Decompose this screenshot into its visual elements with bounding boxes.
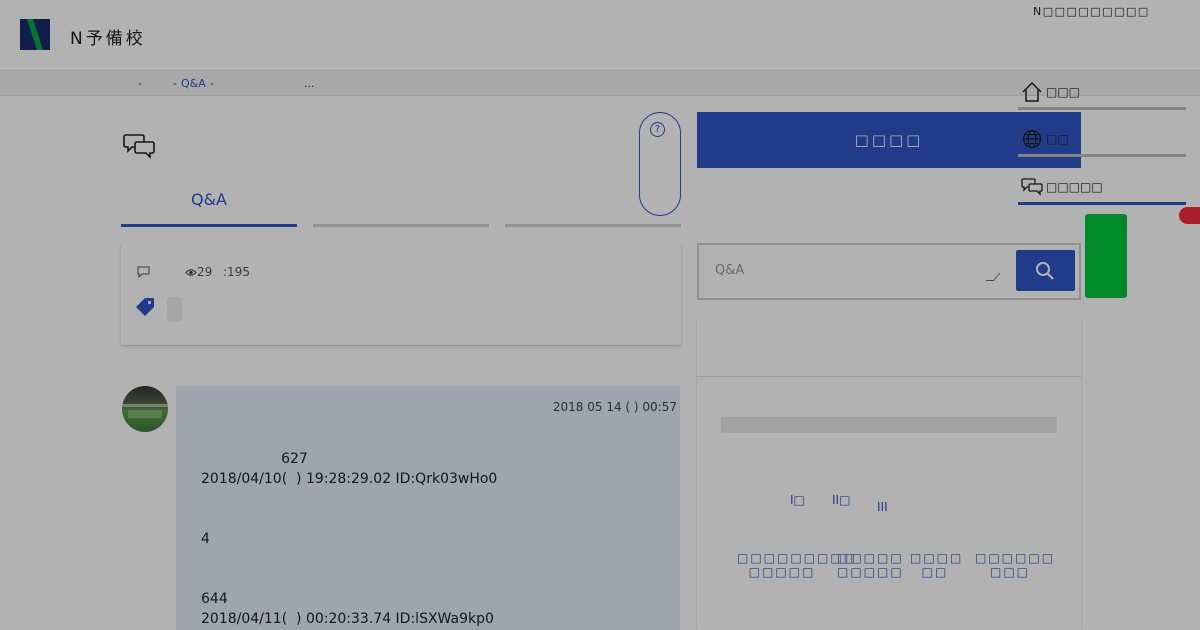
category-link[interactable]: □□□□ □□ — [910, 551, 964, 579]
side-nav-label: □□□□□ — [1046, 180, 1103, 194]
post-line: 2018/04/10( ) 19:28:29.02 ID:Qrk03wHo0 — [201, 471, 498, 487]
category-line: □□□□□ — [837, 565, 904, 579]
search-button[interactable] — [1016, 250, 1075, 291]
breadcrumb-separator: - — [138, 77, 142, 90]
category-link[interactable]: □□□□□ □□□□□ — [837, 551, 904, 579]
avatar[interactable] — [122, 386, 168, 432]
search-icon — [1036, 262, 1054, 280]
level-tab-3[interactable]: III — [877, 500, 888, 514]
category-link[interactable]: □□□□□□ □□□ — [975, 551, 1056, 579]
category-line: □□□ — [989, 565, 1030, 579]
home-icon — [1022, 82, 1042, 102]
post-date: 2018 05 14 ( ) 00:57 — [552, 400, 677, 414]
tab-3[interactable] — [505, 190, 681, 227]
breadcrumb-link-qa[interactable]: Q&A — [181, 77, 206, 90]
comment-icon — [137, 266, 150, 278]
red-badge[interactable] — [1179, 207, 1200, 224]
tag-icon — [136, 298, 154, 316]
post-line: 627 — [201, 451, 308, 467]
tab-2[interactable] — [313, 190, 489, 227]
avatar-field — [128, 410, 162, 418]
header-top-right-link[interactable]: N□□□□□□□□□ — [1033, 5, 1150, 18]
category-link[interactable]: □□□□□□□□□ □□□□□ — [737, 551, 858, 579]
category-line: □□□□□ — [748, 565, 816, 579]
brand-name[interactable]: N予備校 — [70, 24, 146, 49]
avatar-stands — [122, 404, 168, 407]
category-line: □□□□□□ — [975, 551, 1056, 565]
category-panel: I□ II□ III □□□□□□□□□ □□□□□ □□□□□ □□□□□ □… — [697, 318, 1081, 630]
globe-icon — [1022, 129, 1042, 149]
resize-handle-icon[interactable] — [985, 273, 1001, 281]
side-nav-item-globe[interactable]: □□ — [1018, 120, 1186, 154]
side-nav-rule — [1018, 107, 1186, 110]
chat-bubbles-icon — [123, 134, 155, 159]
post-line: 644 — [201, 591, 228, 607]
post-line: 2018/04/11( ) 00:20:33.74 ID:lSXWa9kp0 — [201, 611, 494, 627]
level-tab-1[interactable]: I□ — [790, 493, 805, 507]
panel-divider — [697, 376, 1081, 377]
answer-count: :195 — [223, 265, 250, 279]
side-nav-item-home[interactable]: □□□ — [1018, 73, 1186, 107]
side-nav-label: □□□ — [1046, 85, 1081, 99]
tag-chip[interactable] — [167, 297, 182, 322]
breadcrumb-separator: - — [210, 77, 214, 90]
category-line: □□□□ — [910, 551, 964, 565]
level-tab-2[interactable]: II□ — [832, 493, 850, 507]
category-line: □□ — [921, 565, 949, 579]
question-info-card: 29 :195 — [121, 244, 681, 345]
breadcrumb-separator: - — [173, 77, 177, 90]
view-count-value: 29 — [197, 265, 213, 279]
side-nav-label: □□ — [1046, 132, 1069, 146]
side-nav-item-qa[interactable]: □□□□□ — [1018, 168, 1186, 202]
side-nav-rule-active — [1018, 202, 1186, 205]
side-nav-rule — [1018, 154, 1186, 157]
panel-bar — [721, 417, 1057, 433]
help-icon: ? — [650, 122, 665, 137]
chat-icon — [1021, 178, 1043, 196]
n-yobiko-logo[interactable] — [20, 19, 50, 50]
green-side-button[interactable] — [1085, 214, 1127, 298]
category-line: □□□□□□□□□ — [737, 551, 858, 565]
view-count: 29 — [185, 265, 212, 279]
eye-icon — [185, 269, 197, 276]
post-line: 4 — [201, 531, 210, 547]
site-header: N予備校 N□□□□□□□□□ — [0, 0, 1200, 70]
tab-label: Q&A — [190, 190, 227, 209]
post-body: 2018 05 14 ( ) 00:57 627 2018/04/10( ) 1… — [176, 386, 680, 630]
breadcrumb-current: ... — [304, 77, 315, 90]
category-line: □□□□□ — [837, 551, 904, 565]
tab-qa[interactable]: Q&A — [121, 190, 297, 227]
search-placeholder: Q&A — [715, 263, 745, 278]
